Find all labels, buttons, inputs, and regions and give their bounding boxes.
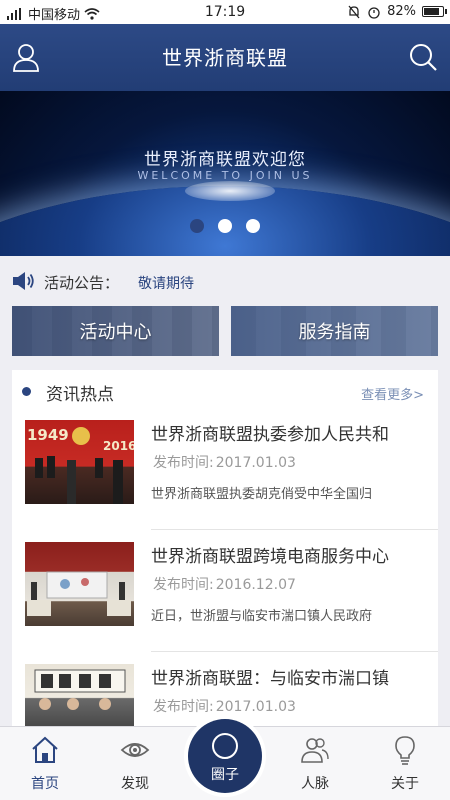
announcement-label: 活动公告： [44, 274, 120, 292]
news-thumbnail: 1949 2016 [25, 420, 134, 504]
carousel-dot-2[interactable] [218, 219, 232, 233]
date-label: 发布时间: [153, 455, 214, 471]
news-item[interactable]: 1949 2016 世界浙商联盟执委参加人民共和 发布时间: 2017.01.03… [12, 408, 438, 530]
news-item-summary: 近日，世浙盟与临安市湍口镇人民政府 [151, 609, 373, 624]
date-value: 2017.01.03 [215, 699, 296, 715]
date-value: 2017.01.03 [215, 455, 296, 471]
banner-glow [185, 181, 275, 201]
news-header: 资讯热点 查看更多> [12, 370, 438, 410]
search-icon [410, 44, 437, 71]
circle-icon [212, 733, 238, 759]
news-thumbnail [25, 664, 134, 730]
svg-text:1949: 1949 [27, 426, 69, 444]
news-item-summary: 世界浙商联盟执委胡克俏受中华全国归 [151, 487, 373, 502]
battery-fill [424, 8, 439, 15]
nav-discover-label: 发现 [121, 776, 149, 792]
date-label: 发布时间: [153, 577, 214, 593]
news-item-title: 世界浙商联盟执委参加人民共和 [151, 425, 389, 445]
nav-discover[interactable]: 发现 [90, 727, 180, 800]
nav-about-label: 关于 [391, 776, 419, 792]
speaker-icon [13, 272, 34, 290]
alarm-icon [368, 6, 380, 19]
date-label: 发布时间: [153, 699, 214, 715]
service-guide-button[interactable]: 服务指南 [231, 306, 438, 356]
nav-contacts-label: 人脉 [301, 776, 329, 792]
hero-banner[interactable]: 世界浙商联盟欢迎您 WELCOME TO JOIN US [0, 91, 450, 256]
nav-circle-label: 圈子 [211, 767, 239, 783]
circle-fab-inner: 圈子 [188, 719, 262, 793]
news-bullet [22, 387, 31, 396]
news-thumbnail [25, 542, 134, 626]
nav-home[interactable]: 首页 [0, 727, 90, 800]
news-item-date: 发布时间: 2016.12.07 [151, 574, 296, 594]
activity-center-button[interactable]: 活动中心 [12, 306, 219, 356]
nav-contacts[interactable]: 人脉 [270, 727, 360, 800]
service-guide-label: 服务指南 [298, 322, 371, 343]
battery-percent: 82% [387, 4, 416, 19]
announcement-bar[interactable]: 活动公告： 敬请期待 [0, 256, 450, 306]
news-item-title: 世界浙商联盟：与临安市湍口镇 [151, 669, 389, 689]
nav-about[interactable]: 关于 [360, 727, 450, 800]
eye-icon [120, 743, 150, 757]
home-icon [32, 736, 58, 763]
activity-center-label: 活动中心 [79, 322, 152, 343]
banner-title: 世界浙商联盟欢迎您 [144, 150, 306, 170]
carousel-dot-3[interactable] [246, 219, 260, 233]
view-more-link[interactable]: 查看更多> [361, 384, 424, 403]
news-item-date: 发布时间: 2017.01.03 [151, 452, 296, 472]
news-section: 资讯热点 查看更多> 1949 2016 世界浙商联盟执委参加人民共和 发布时间… [12, 370, 438, 730]
status-right: 82% [347, 4, 447, 19]
page-title: 世界浙商联盟 [162, 46, 288, 70]
app-header: 世界浙商联盟 [0, 24, 450, 91]
banner-subtitle: WELCOME TO JOIN US [137, 169, 313, 182]
nav-circle-button[interactable]: 圈子 [184, 715, 266, 797]
svg-text:2016: 2016 [103, 439, 134, 453]
date-value: 2016.12.07 [215, 577, 296, 593]
carousel-dot-1[interactable] [190, 219, 204, 233]
lightbulb-icon [395, 736, 415, 765]
news-item[interactable]: 世界浙商联盟跨境电商服务中心 发布时间: 2016.12.07 近日，世浙盟与临安… [12, 530, 438, 652]
mute-bell-icon [348, 5, 360, 18]
news-item-date: 发布时间: 2017.01.03 [151, 696, 296, 716]
nav-home-label: 首页 [31, 776, 59, 792]
battery-icon [422, 6, 447, 17]
search-button[interactable] [408, 42, 438, 72]
news-title: 资讯热点 [46, 385, 114, 405]
status-bar: 中国移动 17:19 82% [0, 0, 450, 24]
contacts-icon [301, 738, 329, 763]
news-item-title: 世界浙商联盟跨境电商服务中心 [151, 547, 389, 567]
announcement-value: 敬请期待 [138, 276, 194, 292]
